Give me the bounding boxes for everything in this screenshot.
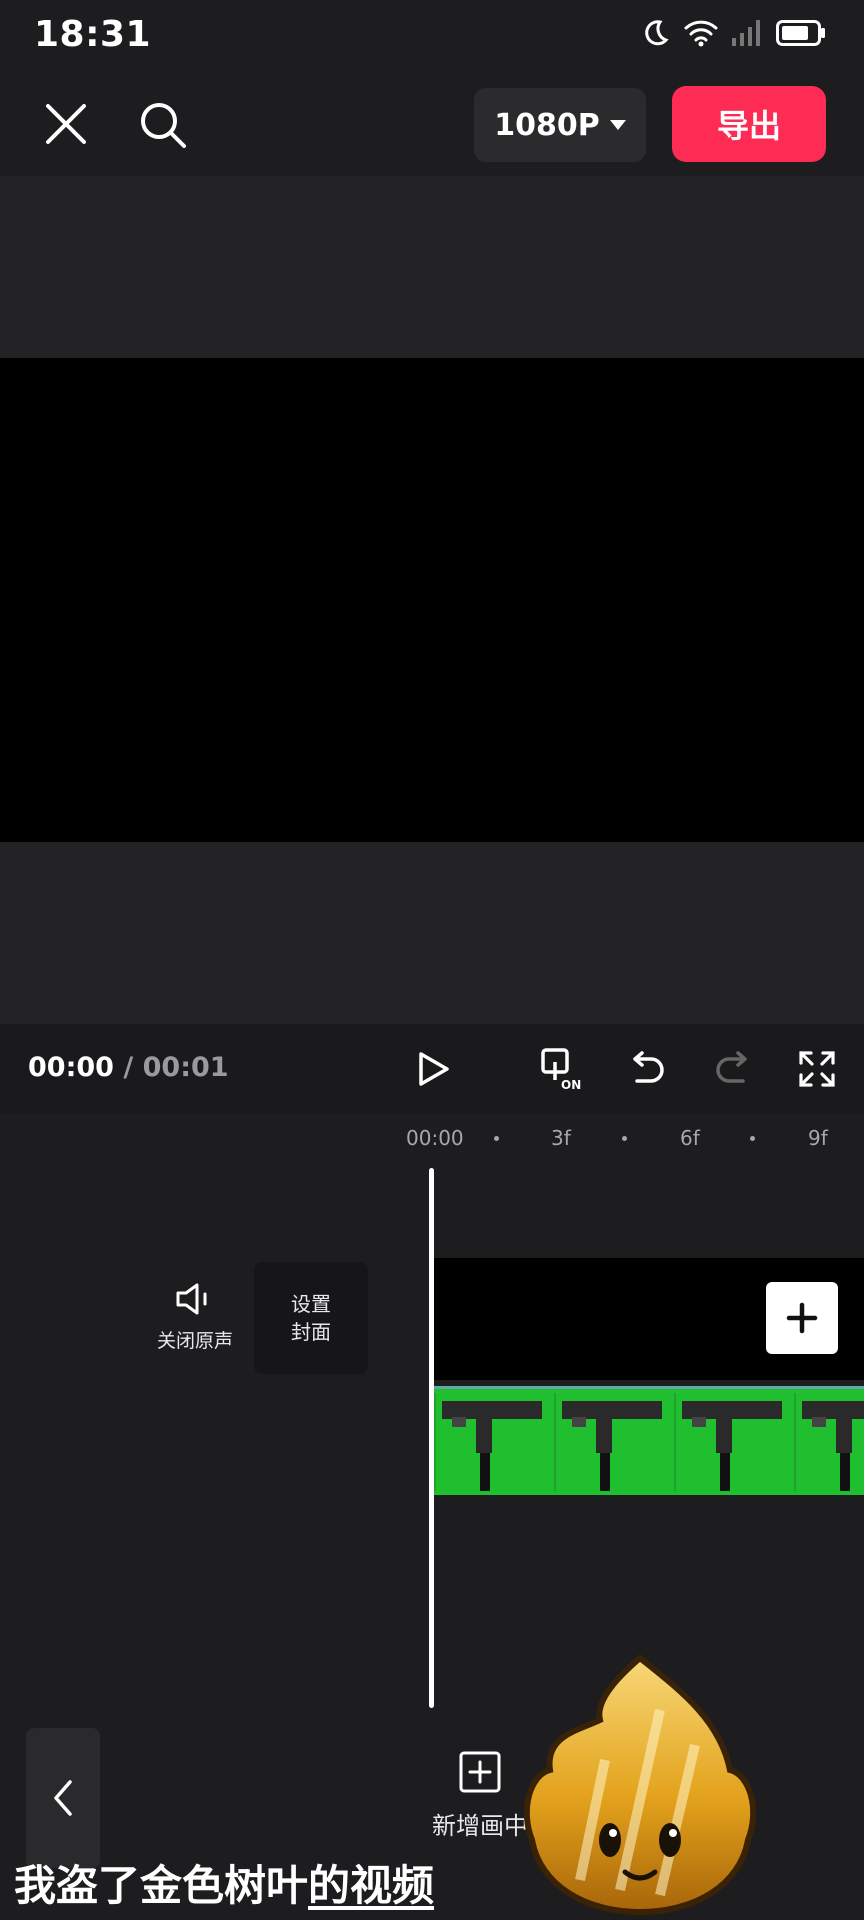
ruler-tick: 9f (808, 1126, 828, 1150)
caption-underlined-text: 的视频 (308, 1861, 435, 1910)
close-icon[interactable] (44, 102, 88, 150)
clip-thumbnail (674, 1393, 796, 1491)
video-clip-track[interactable] (434, 1386, 864, 1495)
sync-badge: ON (561, 1078, 581, 1092)
cover-label-line2: 封面 (291, 1320, 331, 1344)
preview-padding-top (0, 176, 864, 358)
play-icon[interactable] (408, 1044, 458, 1094)
battery-icon (776, 20, 825, 46)
chevron-down-icon (609, 120, 626, 130)
playhead[interactable] (429, 1168, 434, 1708)
plus-icon (786, 1302, 818, 1334)
ruler-tick: 3f (551, 1126, 571, 1150)
export-button[interactable]: 导出 (672, 86, 826, 162)
timecode: 00:00 / 00:01 (28, 1052, 229, 1083)
set-cover-button[interactable]: 设置 封面 (254, 1262, 368, 1374)
ruler-tick: 6f (680, 1126, 700, 1150)
time-separator: / (113, 1052, 143, 1083)
video-caption-overlay: 我盗了金色树叶的视频 (14, 1852, 434, 1913)
clip-thumbnail (794, 1393, 864, 1491)
clip-thumbnail (554, 1393, 676, 1491)
add-clip-button[interactable] (766, 1282, 838, 1354)
mute-original-label: 关闭原声 (156, 1330, 233, 1352)
fullscreen-icon[interactable] (792, 1044, 842, 1094)
redo-icon[interactable] (708, 1044, 758, 1094)
back-button[interactable] (26, 1728, 100, 1868)
moon-icon (645, 20, 669, 46)
ruler-dot (494, 1136, 499, 1141)
wifi-icon (684, 20, 718, 47)
clip-thumbnail (434, 1393, 556, 1491)
status-icons (640, 18, 826, 48)
add-square-icon (459, 1751, 501, 1793)
sync-on-icon[interactable]: ON (538, 1044, 588, 1094)
status-time: 18:31 (34, 14, 152, 55)
resolution-dropdown[interactable]: 1080P (474, 88, 646, 162)
current-time: 00:00 (28, 1052, 114, 1083)
preview-padding-bottom (0, 842, 864, 1024)
ruler-dot (750, 1136, 755, 1141)
chevron-left-icon (54, 1780, 72, 1816)
speaker-icon (176, 1283, 207, 1315)
mute-original-button[interactable]: 关闭原声 (150, 1282, 240, 1362)
total-time: 00:01 (142, 1052, 229, 1083)
cover-label-line1: 设置 (291, 1292, 331, 1316)
ruler-tick: 00:00 (406, 1126, 464, 1150)
undo-icon[interactable] (622, 1044, 672, 1094)
caption-text: 我盗了金色树叶 (14, 1861, 309, 1910)
search-icon[interactable] (138, 100, 188, 154)
flame-mascot-sticker (523, 1654, 757, 1916)
resolution-label: 1080P (494, 107, 600, 143)
video-preview[interactable] (0, 358, 864, 842)
ruler-dot (622, 1136, 627, 1141)
signal-icon (732, 20, 760, 46)
